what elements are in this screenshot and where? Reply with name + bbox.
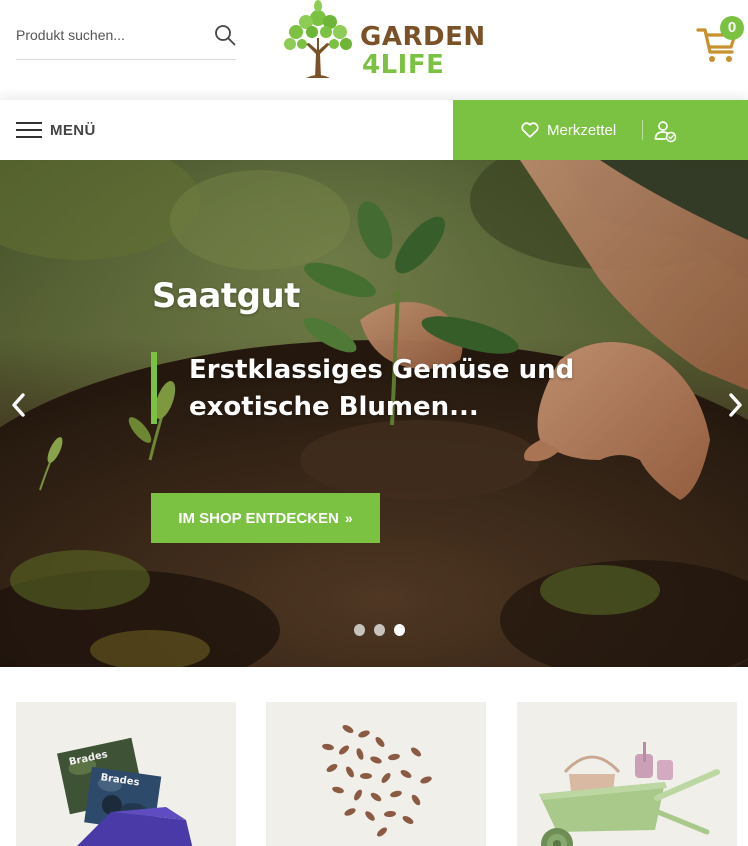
chevron-left-icon[interactable]	[6, 390, 32, 420]
logo-text-garden: GARDEN	[360, 22, 486, 52]
cart-count-badge: 0	[720, 16, 744, 40]
main-navbar: MENÜ Merkzettel	[0, 100, 748, 160]
slider-dot-3[interactable]	[394, 624, 405, 636]
hero-slide: Saatgut Erstklassiges Gemüse und exotisc…	[0, 160, 748, 667]
hamburger-icon	[16, 121, 42, 139]
tarp-product-image: Brades Brades	[16, 702, 236, 846]
slider-dots	[354, 624, 414, 636]
slide-subtitle: Erstklassiges Gemüse und exotische Blume…	[189, 355, 575, 422]
category-tile-seeds[interactable]	[266, 702, 486, 846]
account-icon[interactable]	[653, 119, 677, 143]
category-tiles: Brades Brades	[0, 667, 748, 846]
search-icon[interactable]	[214, 24, 236, 46]
slide-title: Saatgut	[152, 276, 300, 316]
slide-accent-bar	[151, 352, 157, 424]
user-actions-bar: Merkzettel	[453, 100, 748, 160]
cart-button[interactable]: 0	[696, 16, 748, 68]
logo-text-4life: 4LIFE	[362, 50, 445, 80]
tree-logo-icon	[284, 0, 352, 78]
hero-slider: Saatgut Erstklassiges Gemüse und exotisc…	[0, 160, 748, 667]
menu-label: MENÜ	[50, 121, 96, 139]
shop-cta-button[interactable]: IM SHOP ENTDECKEN »	[151, 493, 380, 543]
double-chevron-right-icon: »	[344, 510, 353, 526]
seeds-product-image	[266, 702, 486, 846]
slider-dot-2[interactable]	[374, 624, 385, 636]
site-header: GARDEN 4LIFE 0	[0, 0, 748, 100]
category-tile-tarp[interactable]: Brades Brades	[16, 702, 236, 846]
search-input[interactable]	[16, 22, 206, 48]
site-logo[interactable]: GARDEN 4LIFE	[276, 0, 485, 84]
search-bar	[16, 12, 236, 60]
cta-label: IM SHOP ENTDECKEN	[178, 509, 339, 527]
wishlist-link[interactable]: Merkzettel	[521, 118, 616, 142]
chevron-right-icon[interactable]	[722, 390, 748, 420]
menu-button[interactable]: MENÜ	[16, 118, 96, 142]
nav-divider	[642, 120, 643, 140]
heart-icon	[521, 122, 539, 138]
category-tile-wheelbarrow[interactable]	[517, 702, 737, 846]
wishlist-label: Merkzettel	[547, 121, 617, 139]
slider-dot-1[interactable]	[354, 624, 365, 636]
wheelbarrow-product-image	[517, 702, 737, 846]
